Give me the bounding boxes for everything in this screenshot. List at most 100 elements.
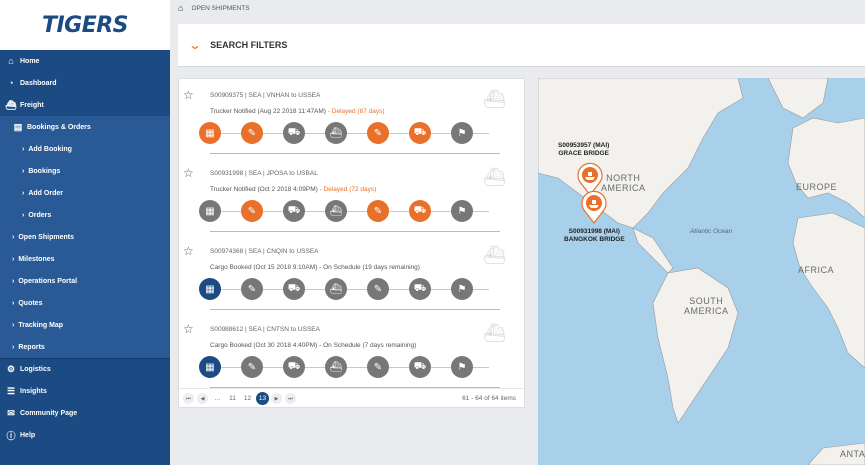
delivery-icon[interactable]: ⛟ [409, 122, 431, 144]
map-pin-label: S00931998 (MAI) BANGKOK BRIDGE [564, 228, 625, 244]
flag-icon[interactable]: ⚑ [451, 122, 473, 144]
ship-icon[interactable]: ⛴ [325, 278, 347, 300]
next-page-button[interactable]: ▶ [271, 393, 282, 404]
star-icon[interactable]: ☆ [183, 88, 194, 102]
ship-icon: ⛴ [483, 323, 506, 343]
antarctica-label: ANTA [840, 449, 865, 459]
home-icon[interactable]: ⌂ [178, 3, 183, 13]
document-icon[interactable]: ✎ [241, 356, 263, 378]
sidebar-item-help[interactable]: ⓘ Help [0, 424, 170, 446]
truck-icon[interactable]: ⛟ [283, 278, 305, 300]
ship-icon[interactable]: ⛴ [325, 356, 347, 378]
document-icon[interactable]: ✎ [241, 278, 263, 300]
sidebar-item-insights[interactable]: ☰ Insights [0, 380, 170, 402]
flag-icon[interactable]: ⚑ [451, 356, 473, 378]
shipment-status: Cargo Booked (Oct 30 2018 4:40PM) - On S… [210, 342, 416, 349]
sidebar-item-label: Orders [28, 211, 52, 219]
map-pin-label: S00953957 (MAI) GRACE BRIDGE [558, 142, 609, 158]
info-icon: ⓘ [6, 430, 16, 441]
sidebar-item-milestones[interactable]: › Milestones [0, 248, 170, 270]
document-icon[interactable]: ✎ [241, 122, 263, 144]
search-filters-panel[interactable]: ⌄ SEARCH FILTERS [178, 24, 865, 67]
shipment-title: S00931998 | SEA | JPOSA to USBAL [210, 170, 318, 177]
sidebar-item-add-booking[interactable]: › Add Booking [0, 138, 170, 160]
sidebar-item-label: Milestones [18, 255, 55, 263]
sidebar-item-orders[interactable]: › Orders [0, 204, 170, 226]
sidebar-item-dashboard[interactable]: ◔ Dashboard [0, 72, 170, 94]
chevron-down-icon[interactable]: ⌄ [188, 38, 202, 52]
sidebar-item-community-page[interactable]: ✉ Community Page [0, 402, 170, 424]
logo-area[interactable]: TIGERS [0, 0, 170, 50]
status-text: Cargo Booked (Oct 15 2018 9:10AM) [210, 264, 318, 271]
africa-label: AFRICA [798, 265, 835, 275]
sidebar-item-label: Bookings [28, 167, 61, 175]
map-pin-icon[interactable] [580, 190, 608, 224]
shipment-card[interactable]: ☆ S00931998 | SEA | JPOSA to USBAL Truck… [179, 157, 524, 235]
calendar-icon[interactable]: ▦ [199, 278, 221, 300]
sidebar-item-label: Bookings & Orders [27, 123, 91, 131]
calendar-icon[interactable]: ▦ [199, 200, 221, 222]
sidebar-item-label: Open Shipments [18, 233, 74, 241]
shipment-card[interactable]: ☆ S00988612 | SEA | CNTSN to USSEA Cargo… [179, 313, 524, 391]
shipment-card[interactable]: ☆ S00974368 | SEA | CNQIN to USSEA Cargo… [179, 235, 524, 313]
ship-icon[interactable]: ⛴ [325, 122, 347, 144]
sidebar-item-add-order[interactable]: › Add Order [0, 182, 170, 204]
sidebar-item-logistics[interactable]: ⚙ Logistics [0, 358, 170, 380]
page-13-button[interactable]: 13 [256, 392, 269, 405]
shipment-status: Trucker Notified (Aug 22 2018 11:47AM) -… [210, 108, 385, 115]
flag-icon[interactable]: ⚑ [451, 200, 473, 222]
prev-page-button[interactable]: ◀ [197, 393, 208, 404]
star-icon[interactable]: ☆ [183, 322, 194, 336]
sidebar-item-label: Community Page [20, 409, 78, 417]
page-11-button[interactable]: 11 [226, 392, 239, 405]
flag-icon[interactable]: ⚑ [451, 278, 473, 300]
pin-label-line: BANGKOK BRIDGE [564, 236, 625, 243]
freight-icon: ⛴ [5, 99, 17, 110]
shipment-list: ☆ S00909375 | SEA | VNHAN to USSEA Truck… [178, 78, 525, 408]
calendar-icon[interactable]: ▦ [199, 122, 221, 144]
sidebar-item-bookings[interactable]: › Bookings [0, 160, 170, 182]
truck-icon[interactable]: ⛟ [283, 122, 305, 144]
first-page-button[interactable]: ⏮ [183, 393, 194, 404]
shipment-card[interactable]: ☆ S00909375 | SEA | VNHAN to USSEA Truck… [179, 79, 524, 157]
sidebar-item-label: Help [20, 431, 36, 439]
page-12-button[interactable]: 12 [241, 392, 254, 405]
last-page-button[interactable]: ⏭ [285, 393, 296, 404]
milestone-track: ▦ ✎ ⛟ ⛴ ✎ ⛟ ⚑ [199, 200, 499, 224]
sidebar-item-reports[interactable]: › Reports [0, 336, 170, 358]
truck-icon[interactable]: ⛟ [283, 356, 305, 378]
ship-icon: ⛴ [483, 167, 506, 187]
sidebar-item-tracking-map[interactable]: › Tracking Map [0, 314, 170, 336]
ship-icon[interactable]: ⛴ [325, 200, 347, 222]
sidebar-item-quotes[interactable]: › Quotes [0, 292, 170, 314]
customs-icon[interactable]: ✎ [367, 122, 389, 144]
pager: ⏮ ◀ ... 11 12 13 ▶ ⏭ 61 - 64 of 64 items [179, 388, 524, 408]
tracking-map[interactable]: NORTH AMERICA SOUTH AMERICA EUROPE AFRICA … [538, 78, 865, 465]
delivery-icon[interactable]: ⛟ [409, 278, 431, 300]
document-icon[interactable]: ✎ [241, 200, 263, 222]
delivery-icon[interactable]: ⛟ [409, 356, 431, 378]
truck-icon[interactable]: ⛟ [283, 200, 305, 222]
chevron-right-icon: › [22, 211, 25, 219]
sidebar-item-freight[interactable]: ⛴ Freight [0, 94, 170, 116]
sidebar-item-label: Quotes [18, 299, 43, 307]
star-icon[interactable]: ☆ [183, 166, 194, 180]
sidebar-item-bookings-orders[interactable]: ▤ Bookings & Orders [0, 116, 170, 138]
status-note: - Delayed (87 days) [325, 108, 385, 115]
dashboard-icon: ◔ [8, 78, 14, 88]
customs-icon[interactable]: ✎ [367, 356, 389, 378]
sidebar-nav: ⌂ Home ◔ Dashboard ⛴ Freight ▤ Bookings & Or… [0, 50, 170, 446]
atlantic-ocean-label: Atlantic Ocean [690, 228, 733, 235]
sidebar-item-operations-portal[interactable]: › Operations Portal [0, 270, 170, 292]
calendar-icon[interactable]: ▦ [199, 356, 221, 378]
star-icon[interactable]: ☆ [183, 244, 194, 258]
chevron-right-icon: › [12, 321, 15, 329]
pager-ellipsis[interactable]: ... [211, 392, 224, 405]
sidebar-item-label: Tracking Map [18, 321, 64, 329]
delivery-icon[interactable]: ⛟ [409, 200, 431, 222]
customs-icon[interactable]: ✎ [367, 200, 389, 222]
customs-icon[interactable]: ✎ [367, 278, 389, 300]
sidebar-item-open-shipments[interactable]: › Open Shipments [0, 226, 170, 248]
sidebar: TIGERS ⌂ Home ◔ Dashboard ⛴ Freight ▤ Bookin… [0, 0, 170, 465]
sidebar-item-home[interactable]: ⌂ Home [0, 50, 170, 72]
